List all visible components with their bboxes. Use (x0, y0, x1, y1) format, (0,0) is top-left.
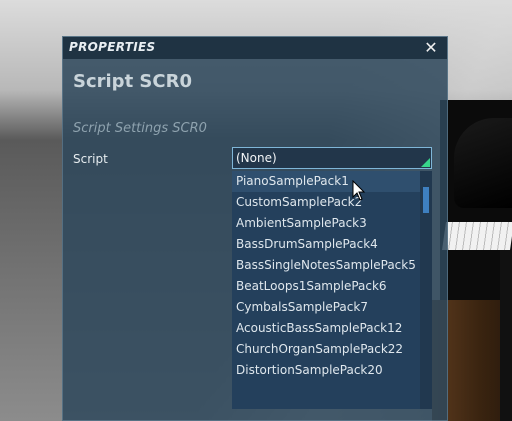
dropdown-option[interactable]: AcousticBassSamplePack12 (232, 318, 420, 339)
dropdown-scroll-thumb[interactable] (423, 187, 429, 213)
script-field-label: Script (73, 152, 108, 166)
script-title: Script SCR0 (73, 71, 192, 92)
script-select-value: (None) (236, 151, 277, 165)
dropdown-option[interactable]: DistortionSamplePack20 (232, 360, 420, 381)
dropdown-corner-icon (421, 158, 430, 167)
dropdown-option[interactable]: CustomSamplePack2 (232, 192, 420, 213)
dropdown-option[interactable]: BeatLoops1SamplePack6 (232, 276, 420, 297)
close-icon[interactable]: ✕ (423, 39, 439, 57)
dropdown-option[interactable]: ChurchOrganSamplePack22 (232, 339, 420, 360)
section-title: Script Settings SCR0 (73, 121, 207, 136)
dropdown-option[interactable]: BassDrumSamplePack4 (232, 234, 420, 255)
panel-titlebar[interactable]: PROPERTIES ✕ (63, 37, 447, 59)
script-dropdown-list[interactable]: PianoSamplePack1 CustomSamplePack2 Ambie… (232, 171, 432, 409)
dropdown-option[interactable]: AmbientSamplePack3 (232, 213, 420, 234)
dropdown-option[interactable]: BassSingleNotesSamplePack5 (232, 255, 420, 276)
piano-leg (500, 250, 512, 421)
dropdown-option[interactable]: CymbalsSamplePack7 (232, 297, 420, 318)
panel-title: PROPERTIES (69, 40, 156, 54)
script-select[interactable]: (None) (232, 147, 432, 169)
piano-lid (454, 118, 512, 208)
dropdown-option[interactable]: PianoSamplePack1 (232, 171, 420, 192)
piano-keys (442, 222, 512, 250)
properties-panel: PROPERTIES ✕ Script SCR0 Script Settings… (62, 36, 448, 421)
dropdown-scrollbar[interactable] (420, 171, 432, 409)
